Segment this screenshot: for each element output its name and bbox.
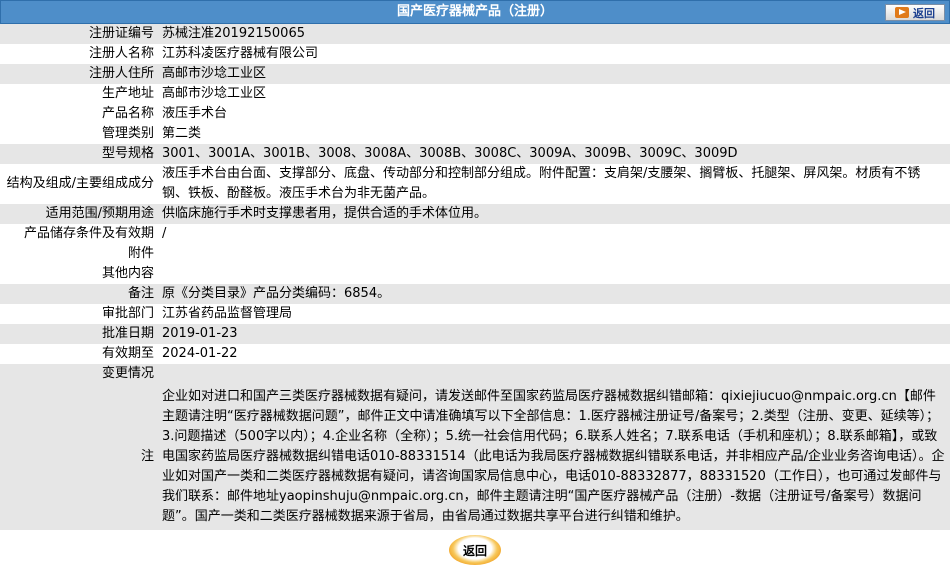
arrow-right-icon xyxy=(895,7,909,18)
field-value: 原《分类目录》产品分类编码：6854。 xyxy=(158,284,950,304)
back-button-top-label: 返回 xyxy=(913,6,935,20)
field-value: 江苏科凌医疗器械有限公司 xyxy=(158,44,950,64)
back-button-bottom[interactable]: 返回 xyxy=(449,535,501,565)
field-value xyxy=(158,364,950,384)
field-label: 结构及组成/主要组成成分 xyxy=(0,164,158,204)
table-row: 审批部门 江苏省药品监督管理局 xyxy=(0,304,950,324)
table-row: 注册人住所 高邮市沙埝工业区 xyxy=(0,64,950,84)
note-text: 企业如对进口和国产三类医疗器械数据有疑问，请发送邮件至国家药监局医疗器械数据纠错… xyxy=(158,384,950,530)
table-row: 注册人名称 江苏科凌医疗器械有限公司 xyxy=(0,44,950,64)
field-value: 液压手术台由台面、支撑部分、底盘、传动部分和控制部分组成。附件配置：支肩架/支腰… xyxy=(158,164,950,204)
field-value: 高邮市沙埝工业区 xyxy=(158,64,950,84)
table-row: 附件 xyxy=(0,244,950,264)
table-row: 批准日期 2019-01-23 xyxy=(0,324,950,344)
field-value: 第二类 xyxy=(158,124,950,144)
table-row: 结构及组成/主要组成成分 液压手术台由台面、支撑部分、底盘、传动部分和控制部分组… xyxy=(0,164,950,204)
field-label: 注册人名称 xyxy=(0,44,158,64)
table-row: 变更情况 xyxy=(0,364,950,384)
field-value: 液压手术台 xyxy=(158,104,950,124)
field-label: 型号规格 xyxy=(0,144,158,164)
field-label: 注册证编号 xyxy=(0,24,158,44)
table-row: 生产地址 高邮市沙埝工业区 xyxy=(0,84,950,104)
page-header: 国产医疗器械产品（注册） 返回 xyxy=(0,0,950,24)
note-row: 注 企业如对进口和国产三类医疗器械数据有疑问，请发送邮件至国家药监局医疗器械数据… xyxy=(0,384,950,530)
field-label: 适用范围/预期用途 xyxy=(0,204,158,224)
page-footer: 返回 xyxy=(0,530,950,570)
note-label: 注 xyxy=(0,384,158,530)
field-value xyxy=(158,264,950,284)
table-row: 备注 原《分类目录》产品分类编码：6854。 xyxy=(0,284,950,304)
field-label: 审批部门 xyxy=(0,304,158,324)
field-label: 批准日期 xyxy=(0,324,158,344)
field-value: 3001、3001A、3001B、3008、3008A、3008B、3008C、… xyxy=(158,144,950,164)
table-row: 产品储存条件及有效期 / xyxy=(0,224,950,244)
field-label: 生产地址 xyxy=(0,84,158,104)
table-row: 管理类别 第二类 xyxy=(0,124,950,144)
field-value xyxy=(158,244,950,264)
field-label: 其他内容 xyxy=(0,264,158,284)
table-row: 适用范围/预期用途 供临床施行手术时支撑患者用，提供合适的手术体位用。 xyxy=(0,204,950,224)
field-label: 备注 xyxy=(0,284,158,304)
table-row: 其他内容 xyxy=(0,264,950,284)
field-label: 附件 xyxy=(0,244,158,264)
field-value: 供临床施行手术时支撑患者用，提供合适的手术体位用。 xyxy=(158,204,950,224)
table-row: 注册证编号 苏械注准20192150065 xyxy=(0,24,950,44)
field-value: / xyxy=(158,224,950,244)
field-label: 管理类别 xyxy=(0,124,158,144)
field-label: 产品储存条件及有效期 xyxy=(0,224,158,244)
table-row: 型号规格 3001、3001A、3001B、3008、3008A、3008B、3… xyxy=(0,144,950,164)
detail-table: 注册证编号 苏械注准20192150065 注册人名称 江苏科凌医疗器械有限公司… xyxy=(0,24,950,530)
field-label: 产品名称 xyxy=(0,104,158,124)
field-value: 2019-01-23 xyxy=(158,324,950,344)
field-value: 2024-01-22 xyxy=(158,344,950,364)
field-label: 注册人住所 xyxy=(0,64,158,84)
field-value: 江苏省药品监督管理局 xyxy=(158,304,950,324)
page-title: 国产医疗器械产品（注册） xyxy=(396,4,553,19)
field-label: 变更情况 xyxy=(0,364,158,384)
field-value: 苏械注准20192150065 xyxy=(158,24,950,44)
field-label: 有效期至 xyxy=(0,344,158,364)
field-value: 高邮市沙埝工业区 xyxy=(158,84,950,104)
table-row: 有效期至 2024-01-22 xyxy=(0,344,950,364)
table-row: 产品名称 液压手术台 xyxy=(0,104,950,124)
detail-page: 国产医疗器械产品（注册） 返回 注册证编号 苏械注准20192150065 注册… xyxy=(0,0,950,570)
back-button-top[interactable]: 返回 xyxy=(885,4,945,21)
